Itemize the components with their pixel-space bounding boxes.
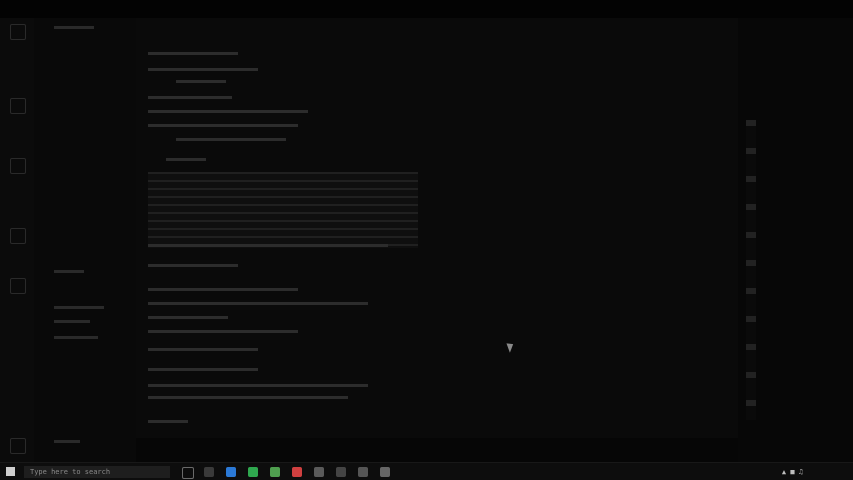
activity-bar (0, 18, 34, 462)
taskbar-app-icon[interactable] (248, 467, 258, 477)
code-line (148, 110, 308, 113)
code-line (176, 80, 226, 83)
code-line (148, 348, 258, 351)
taskbar: Type here to search ▲ ■ ♫ (0, 462, 853, 480)
explorer-item[interactable] (54, 306, 104, 309)
explorer-panel (34, 18, 136, 462)
explorer-icon[interactable] (10, 24, 26, 40)
panel-header (54, 26, 94, 29)
scrollbar[interactable] (746, 120, 756, 420)
code-line (148, 396, 348, 399)
search-input[interactable]: Type here to search (24, 466, 170, 478)
explorer-item[interactable] (54, 270, 84, 273)
code-line (148, 52, 238, 55)
run-debug-icon[interactable] (10, 228, 26, 244)
source-control-icon[interactable] (10, 158, 26, 174)
taskbar-app-icon[interactable] (204, 467, 214, 477)
code-line (148, 96, 232, 99)
editor-tab[interactable] (142, 30, 150, 42)
code-editor[interactable] (136, 18, 738, 438)
search-icon[interactable] (10, 98, 26, 114)
code-line (148, 384, 368, 387)
taskbar-app-icon[interactable] (380, 467, 390, 477)
taskbar-app-icon[interactable] (336, 467, 346, 477)
windows-start-icon[interactable] (6, 467, 15, 476)
code-block (148, 172, 418, 248)
code-line (148, 368, 258, 371)
code-line (148, 330, 298, 333)
code-line (166, 158, 206, 161)
code-line (148, 68, 258, 71)
window-title-bar (0, 0, 853, 18)
code-line (148, 316, 228, 319)
taskbar-app-icon[interactable] (358, 467, 368, 477)
taskbar-app-icon[interactable] (226, 467, 236, 477)
system-tray[interactable]: ▲ ■ ♫ (782, 466, 803, 478)
taskbar-app-icon[interactable] (270, 467, 280, 477)
explorer-item[interactable] (54, 320, 90, 323)
code-line (176, 138, 286, 141)
code-line (148, 244, 388, 247)
code-line (148, 420, 188, 423)
code-line (148, 264, 238, 267)
gear-icon[interactable] (10, 438, 26, 454)
code-line (148, 288, 298, 291)
taskbar-app-icon[interactable] (314, 467, 324, 477)
screen: Type here to search ▲ ■ ♫ (0, 0, 853, 480)
code-line (148, 302, 368, 305)
code-line (148, 124, 298, 127)
explorer-item[interactable] (54, 336, 98, 339)
explorer-item[interactable] (54, 440, 80, 443)
taskbar-app-icon[interactable] (292, 467, 302, 477)
task-view-icon[interactable] (182, 467, 194, 479)
extensions-icon[interactable] (10, 278, 26, 294)
